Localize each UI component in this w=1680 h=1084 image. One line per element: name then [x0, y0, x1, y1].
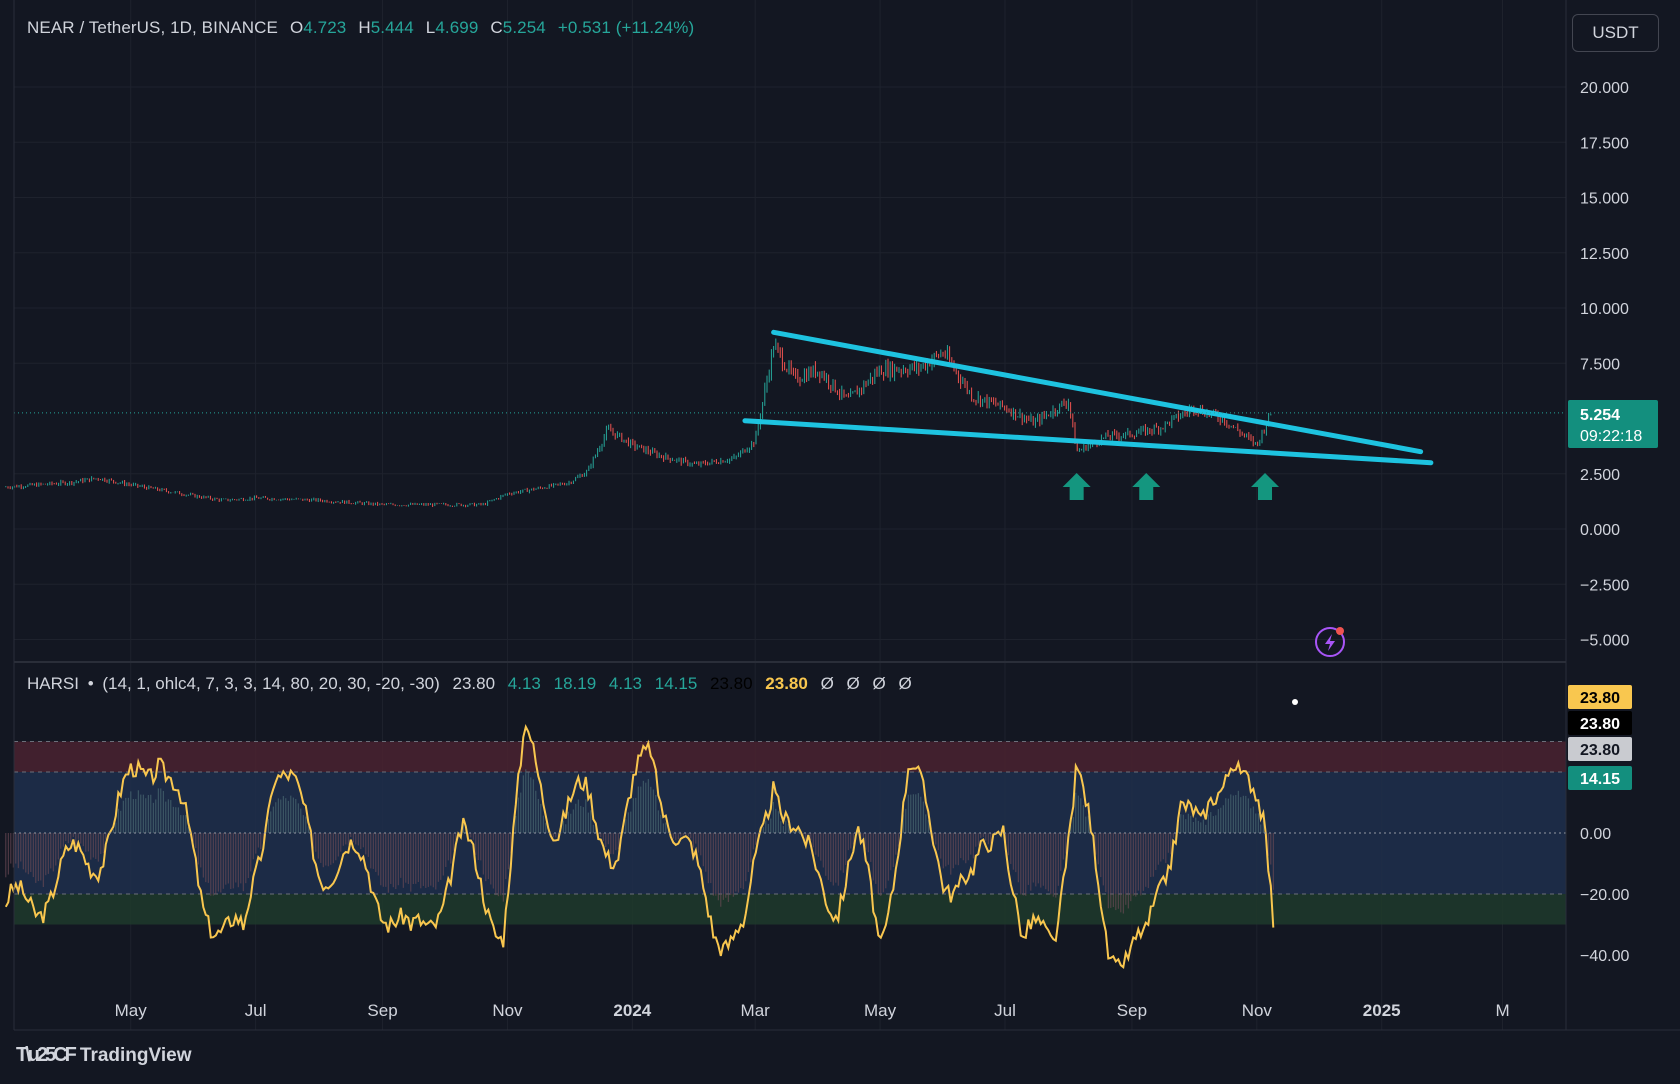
high-value: 5.444 — [370, 18, 414, 37]
indicator-value: 23.80 — [710, 674, 753, 693]
time-axis-label: Nov — [1242, 1001, 1273, 1020]
oscillator-badges: 23.80 23.80 23.80 14.15 — [1568, 685, 1632, 790]
symbol-header: NEAR / TetherUS, 1D, BINANCE O 4.723 H 5.4… — [27, 18, 694, 38]
time-axis-label: Sep — [1117, 1001, 1147, 1020]
change-value: +0.531 (+11.24%) — [557, 18, 695, 37]
indicator-dot: • — [87, 674, 94, 693]
time-axis-label: Nov — [492, 1001, 523, 1020]
oscillator-badge-label: 23.80 — [1580, 716, 1620, 733]
oscillator-badge-label: 14.15 — [1580, 771, 1620, 788]
indicator-value: 18.19 — [553, 674, 597, 693]
indicator-value: Ø — [820, 674, 834, 693]
last-price-value: 5.254 — [1580, 407, 1620, 424]
price-tick-label: 20.000 — [1580, 80, 1629, 97]
time-axis-label: Sep — [367, 1001, 397, 1020]
indicator-value: 4.13 — [608, 674, 642, 693]
indicator-params: (14, 1, ohlc4, 7, 3, 3, 14, 80, 20, 30, … — [102, 674, 440, 693]
oscillator-tick-label: −40.00 — [1580, 948, 1629, 965]
open-value: 4.723 — [303, 18, 347, 37]
price-tick-label: 12.500 — [1580, 246, 1629, 263]
close-value: 5.254 — [502, 18, 546, 37]
high-label: H — [358, 18, 371, 37]
oscillator-tick-label: 0.00 — [1580, 826, 1611, 843]
price-tick-label: −5.000 — [1580, 633, 1629, 650]
time-axis-label: May — [115, 1001, 148, 1020]
open-label: O — [289, 18, 304, 37]
low-label: L — [425, 18, 436, 37]
oscillator-badge-label: 23.80 — [1580, 742, 1620, 759]
price-tick-label: 15.000 — [1580, 191, 1629, 208]
indicator-value: Ø — [846, 674, 860, 693]
price-tick-label: 2.500 — [1580, 467, 1620, 484]
price-tick-label: 17.500 — [1580, 135, 1629, 152]
indicator-value: Ø — [872, 674, 886, 693]
brand-name: TradingView — [79, 1044, 192, 1066]
low-value: 4.699 — [435, 18, 479, 37]
indicator-dot-marker — [1292, 699, 1298, 705]
time-axis-label: 2024 — [613, 1001, 651, 1020]
tradingview-logo-icon: T\u25CF — [16, 1044, 77, 1066]
oscillator-band — [14, 741, 1566, 772]
price-tick-label: 10.000 — [1580, 301, 1629, 318]
price-tick-label: 7.500 — [1580, 356, 1620, 373]
chart-canvas[interactable]: 20.000 17.500 15.000 12.500 10.000 7.500 2.500… — [0, 0, 1680, 1084]
currency-button[interactable]: USDT — [1572, 14, 1659, 52]
countdown-value: 09:22:18 — [1580, 428, 1642, 445]
oscillator-band — [14, 894, 1566, 925]
indicator-name: HARSI — [27, 674, 79, 693]
close-label: C — [490, 18, 503, 37]
time-axis-label: Jul — [245, 1001, 267, 1020]
time-axis-label: 2025 — [1363, 1001, 1401, 1020]
price-tick-label: 0.000 — [1580, 522, 1620, 539]
time-axis-label: Mar — [741, 1001, 771, 1020]
time-axis-label: May — [864, 1001, 897, 1020]
oscillator-tick-label: −20.00 — [1580, 887, 1629, 904]
time-axis-label: M — [1495, 1001, 1509, 1020]
price-tick-label: −2.500 — [1580, 577, 1629, 594]
oscillator-badge-label: 23.80 — [1580, 690, 1620, 707]
indicator-value: 4.13 — [507, 674, 541, 693]
indicator-value: 23.80 — [765, 674, 808, 693]
tradingview-logo[interactable]: T\u25CF TradingView — [16, 1044, 191, 1067]
time-axis-label: Jul — [994, 1001, 1016, 1020]
indicator-value: 23.80 — [452, 674, 496, 693]
indicator-header[interactable]: HARSI • (14, 1, ohlc4, 7, 3, 3, 14, 80, … — [27, 674, 920, 694]
last-price-badge: 5.254 09:22:18 — [1568, 400, 1658, 448]
indicator-value: 14.15 — [654, 674, 698, 693]
symbol-title: NEAR / TetherUS, 1D, BINANCE — [27, 18, 278, 37]
indicator-value: Ø — [898, 674, 912, 693]
